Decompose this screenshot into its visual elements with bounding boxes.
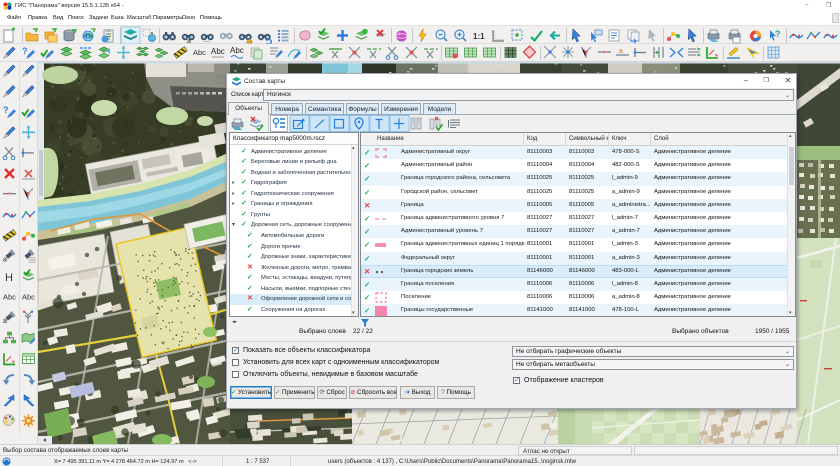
svg-text:...: ...	[204, 37, 210, 44]
svg-text:Abc: Abc	[3, 293, 16, 302]
svg-text:a: a	[619, 48, 623, 55]
svg-text:Abc: Abc	[22, 293, 35, 302]
svg-text:Abc: Abc	[230, 46, 244, 55]
svg-text:H: H	[5, 272, 13, 284]
svg-text:Abc: Abc	[193, 48, 206, 57]
svg-text:Abc: Abc	[211, 47, 225, 56]
svg-text:1:1: 1:1	[473, 32, 485, 41]
svg-text:?: ?	[775, 29, 781, 39]
svg-text:?: ?	[22, 46, 28, 56]
svg-text:?: ?	[3, 105, 9, 115]
svg-text:a: a	[3, 318, 7, 325]
svg-text:a: a	[3, 256, 7, 263]
